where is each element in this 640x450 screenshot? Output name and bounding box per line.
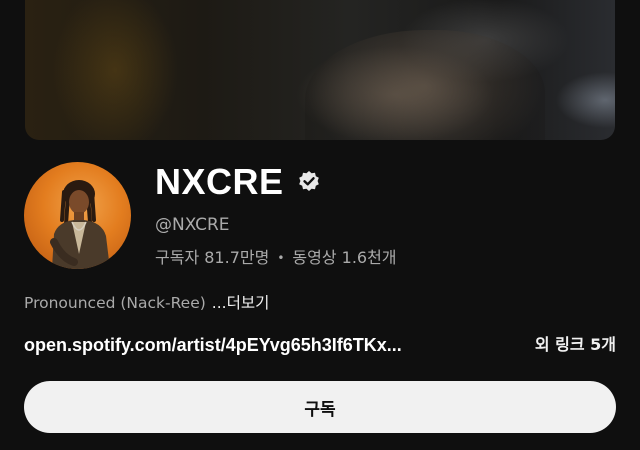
channel-name: NXCRE (155, 161, 284, 202)
subscribe-button[interactable]: 구독 (24, 381, 616, 433)
banner-image-figure (305, 30, 545, 140)
avatar-portrait-icon (50, 180, 110, 269)
channel-stats: 구독자 81.7만명 • 동영상 1.6천개 (155, 246, 397, 270)
channel-avatar[interactable] (24, 162, 131, 269)
more-links-label[interactable]: 외 링크 5개 (535, 333, 616, 357)
description-text: Pronounced (Nack-Ree) (24, 294, 206, 312)
video-count: 동영상 1.6천개 (292, 248, 397, 267)
channel-title-row: NXCRE (155, 160, 322, 204)
verified-badge-icon (296, 169, 322, 195)
subscriber-count: 구독자 81.7만명 (155, 248, 270, 267)
stats-separator: • (277, 251, 285, 265)
channel-banner (25, 0, 615, 140)
primary-link[interactable]: open.spotify.com/artist/4pEYvg65h3If6TKx… (24, 333, 402, 357)
channel-description[interactable]: Pronounced (Nack-Ree) ...더보기 (24, 291, 269, 315)
channel-handle: @NXCRE (155, 215, 230, 235)
channel-links-row[interactable]: open.spotify.com/artist/4pEYvg65h3If6TKx… (24, 333, 616, 357)
description-more-link[interactable]: ...더보기 (212, 291, 270, 315)
